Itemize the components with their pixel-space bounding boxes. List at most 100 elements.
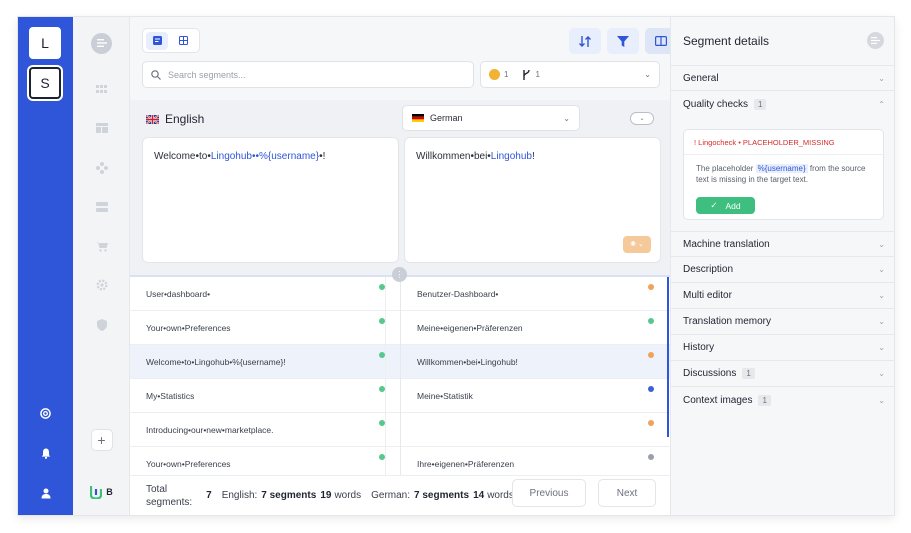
- section-tm-label: Translation memory: [683, 316, 771, 327]
- bell-icon[interactable]: [18, 443, 73, 463]
- workspace-s-button[interactable]: S: [29, 67, 61, 99]
- user-icon[interactable]: [18, 483, 73, 503]
- logo-letter: B: [106, 487, 113, 497]
- workspace-l-button[interactable]: L: [29, 27, 61, 59]
- chevron-down-icon: ⌄: [878, 395, 885, 405]
- source-status-dot: [379, 420, 385, 426]
- section-translation-memory[interactable]: Translation memory ⌄: [671, 309, 894, 335]
- target-status-dot: [648, 420, 654, 426]
- collapse-nav-icon[interactable]: [73, 32, 130, 54]
- integrations-icon[interactable]: [73, 158, 130, 178]
- settings-icon[interactable]: [73, 275, 130, 295]
- shield-icon[interactable]: [73, 315, 130, 335]
- section-context-images[interactable]: Context images 1 ⌄: [671, 387, 894, 413]
- chevron-down-icon: ⌄: [878, 239, 885, 249]
- discussions-count: 1: [742, 368, 755, 379]
- segment-source-text: Your•own•Preferences: [146, 311, 386, 345]
- storage-icon[interactable]: [73, 197, 130, 217]
- section-description-label: Description: [683, 264, 734, 275]
- section-quality-checks[interactable]: Quality checks 1 ⌃: [671, 91, 894, 117]
- source-placeholder: %{username}: [259, 151, 320, 162]
- secondary-nav: + B: [73, 17, 130, 515]
- section-general[interactable]: General ⌄: [671, 65, 894, 91]
- segment-list: User•dashboard• Benutzer-Dashboard• Your•o…: [130, 275, 670, 481]
- apps-icon[interactable]: [73, 79, 130, 99]
- segment-source-text: My•Statistics: [146, 379, 386, 413]
- add-placeholder-button[interactable]: ✓ Add: [696, 197, 755, 214]
- dashboard-icon[interactable]: [73, 118, 130, 138]
- context-images-count: 1: [758, 394, 771, 406]
- segment-details-panel: Segment details General ⌄ Quality checks 1…: [670, 17, 894, 515]
- branch-icon: [523, 69, 531, 80]
- source-language-header: English: [146, 112, 204, 126]
- section-discussions-label: Discussions: [683, 368, 737, 379]
- next-button[interactable]: Next: [598, 479, 656, 507]
- options-toggle[interactable]: ⌄: [630, 112, 654, 125]
- divider: [684, 154, 883, 155]
- table-view-button[interactable]: [172, 32, 194, 50]
- total-value: 7: [206, 490, 212, 501]
- chevron-down-icon: ⌄: [878, 265, 885, 274]
- section-mt-label: Machine translation: [683, 238, 770, 250]
- column-divider: [400, 345, 401, 379]
- german-segments: 7 segments: [414, 490, 470, 501]
- segment-target-text: [417, 413, 657, 447]
- target-status-dot: [648, 454, 654, 460]
- chevron-down-icon: ⌄: [878, 369, 885, 378]
- target-text-editor[interactable]: Willkommen•bei•Lingohub! ✺ ⌄: [404, 137, 661, 263]
- section-multi-editor[interactable]: Multi editor ⌄: [671, 283, 894, 309]
- add-label: Add: [725, 200, 741, 211]
- workspace-l-label: L: [41, 35, 49, 51]
- previous-button[interactable]: Previous: [512, 479, 586, 507]
- cart-icon[interactable]: [73, 236, 130, 256]
- chevron-down-icon: ⌄: [878, 317, 885, 326]
- chevron-up-icon: ⌃: [878, 99, 885, 109]
- section-multi-editor-label: Multi editor: [683, 290, 732, 301]
- sort-button[interactable]: [569, 28, 601, 54]
- panel-menu-icon[interactable]: [867, 32, 884, 49]
- segment-row[interactable]: Introducing•our•new•marketplace.: [130, 413, 670, 447]
- branch-count: 1: [535, 70, 540, 79]
- english-segments: 7 segments: [261, 490, 317, 501]
- add-project-button[interactable]: +: [73, 429, 130, 451]
- german-words-count: 14: [473, 490, 485, 501]
- source-whitespace: ••: [252, 151, 260, 162]
- source-text-box: Welcome•to•Lingohub••%{username}•!: [142, 137, 399, 263]
- segment-row[interactable]: My•Statistics Meine•Statistik: [130, 379, 670, 413]
- segment-row[interactable]: User•dashboard• Benutzer-Dashboard•: [130, 277, 670, 311]
- ai-suggest-button[interactable]: ✺ ⌄: [623, 236, 651, 253]
- search-placeholder: Search segments...: [168, 69, 246, 80]
- segment-target-text: Benutzer-Dashboard•: [417, 289, 499, 299]
- section-description[interactable]: Description ⌄: [671, 257, 894, 283]
- source-text-end: •!: [319, 151, 326, 162]
- target-language-select[interactable]: German ⌄: [402, 105, 580, 131]
- help-icon[interactable]: [18, 403, 73, 423]
- filter-button[interactable]: [607, 28, 639, 54]
- german-stats-label: German:: [371, 490, 411, 501]
- source-status-dot: [379, 386, 385, 392]
- previous-label: Previous: [529, 487, 569, 499]
- filter-summary-select[interactable]: 1 1 ⌄: [480, 61, 660, 88]
- english-stats-label: English:: [221, 490, 258, 501]
- workspace-s-label: S: [40, 75, 50, 91]
- source-status-dot: [379, 352, 385, 358]
- chevron-down-icon: ⌄: [563, 113, 570, 123]
- source-language-label: English: [165, 112, 205, 126]
- scroll-indicator: [667, 277, 669, 437]
- search-input[interactable]: Search segments...: [142, 61, 474, 88]
- section-discussions[interactable]: Discussions 1 ⌄: [671, 361, 894, 387]
- qc-text-before: The placeholder: [696, 164, 756, 173]
- segment-row[interactable]: Welcome•to•Lingohub•%{username}! Willkomm…: [130, 345, 670, 379]
- column-divider: [400, 277, 401, 311]
- section-history[interactable]: History ⌄: [671, 335, 894, 361]
- segment-row[interactable]: Your•own•Preferences Meine•eigenen•Präfer…: [130, 311, 670, 345]
- column-divider: [400, 311, 401, 345]
- total-label-line1: Total: [146, 483, 168, 495]
- target-status-dot: [648, 386, 654, 392]
- section-context-images-label: Context images: [683, 394, 753, 406]
- resize-handle-icon[interactable]: ⋮: [392, 267, 407, 282]
- editor-view-button[interactable]: [146, 31, 168, 50]
- section-machine-translation[interactable]: Machine translation ⌄: [671, 231, 894, 257]
- quality-checks-count: 1: [754, 98, 767, 110]
- next-label: Next: [616, 487, 638, 499]
